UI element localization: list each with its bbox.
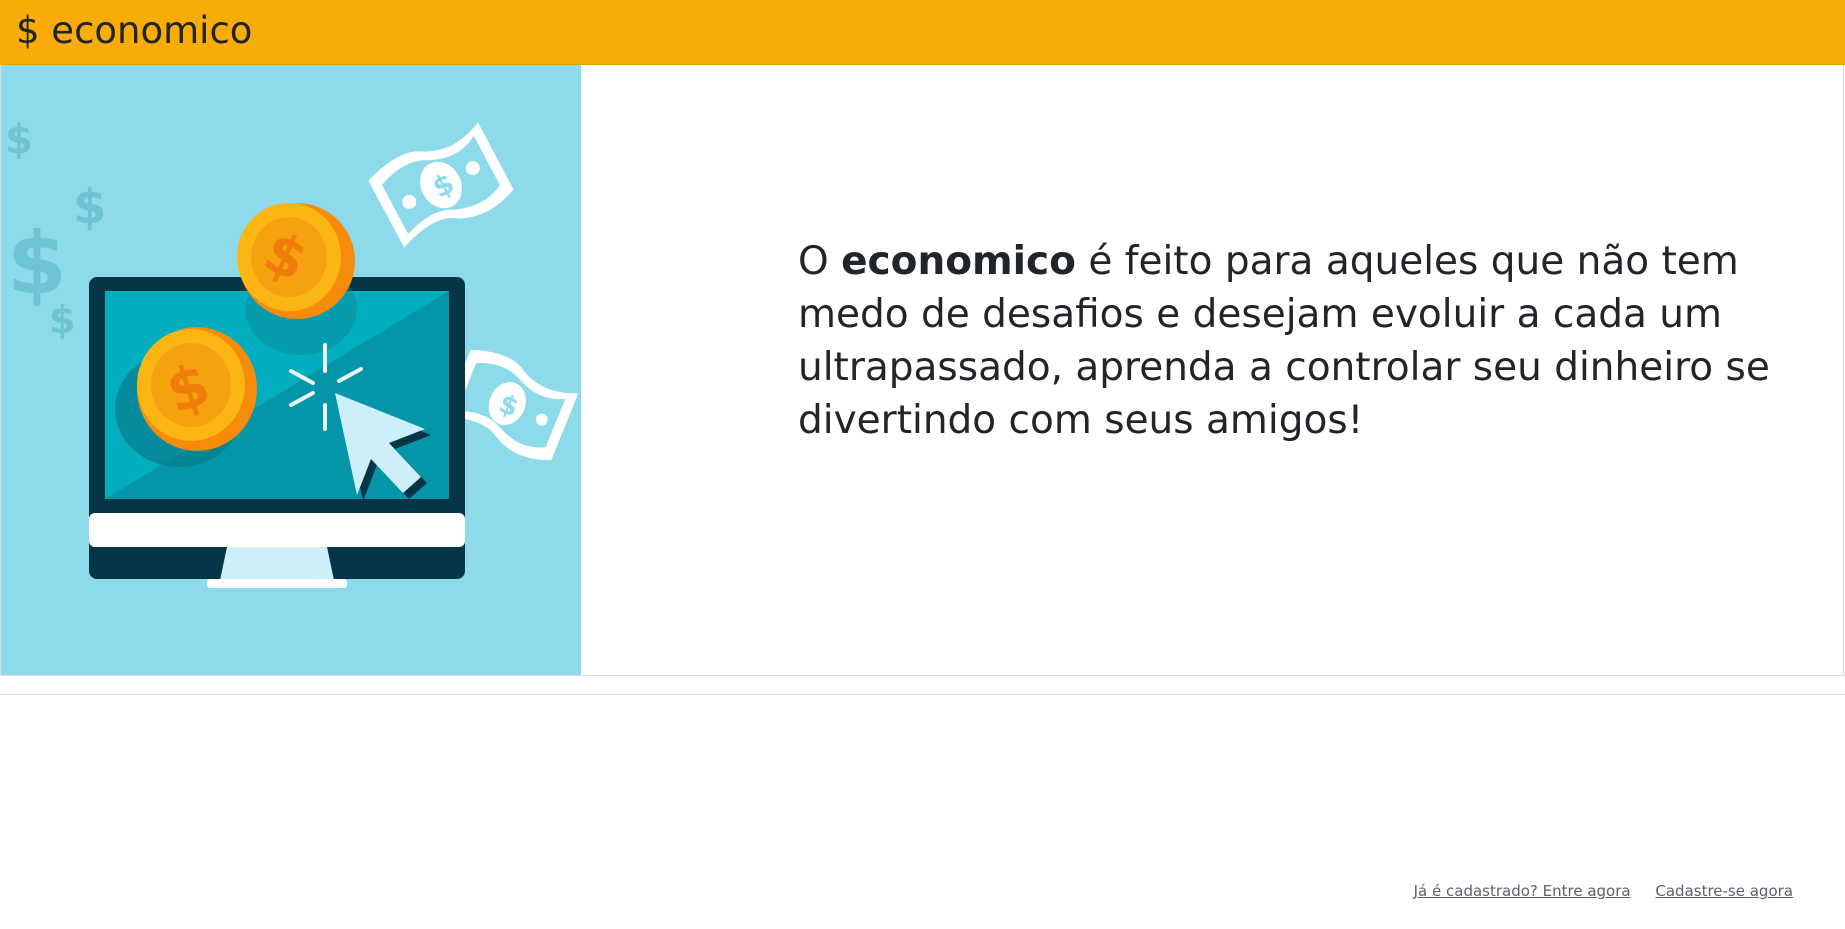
login-link[interactable]: Já é cadastrado? Entre agora	[1414, 882, 1631, 900]
hero-card: $ $ $ $ $ $ $ $ O economico é feito para…	[0, 65, 1844, 676]
banknote-icon: $	[368, 122, 514, 248]
hero-illustration: $ $ $ $ $ $ $ $	[1, 65, 581, 675]
dollar-sign-icon: $	[49, 298, 75, 342]
hero-description: O economico é feito para aqueles que não…	[798, 235, 1798, 447]
signup-link[interactable]: Cadastre-se agora	[1655, 882, 1793, 900]
dollar-sign-icon: $	[73, 179, 106, 235]
footer-links: Já é cadastrado? Entre agora Cadastre-se…	[1394, 882, 1793, 900]
dollar-sign-icon: $	[5, 117, 33, 163]
brand-logo[interactable]: $ economico	[16, 8, 252, 54]
computer-money-illustration: $ $ $ $ $ $ $ $	[5, 117, 579, 588]
hero-text-brand: economico	[841, 239, 1076, 284]
section-divider	[0, 694, 1845, 695]
top-navbar: $ economico	[0, 0, 1845, 65]
coin-icon: $	[137, 327, 257, 451]
hero-text-intro: O	[798, 239, 829, 284]
